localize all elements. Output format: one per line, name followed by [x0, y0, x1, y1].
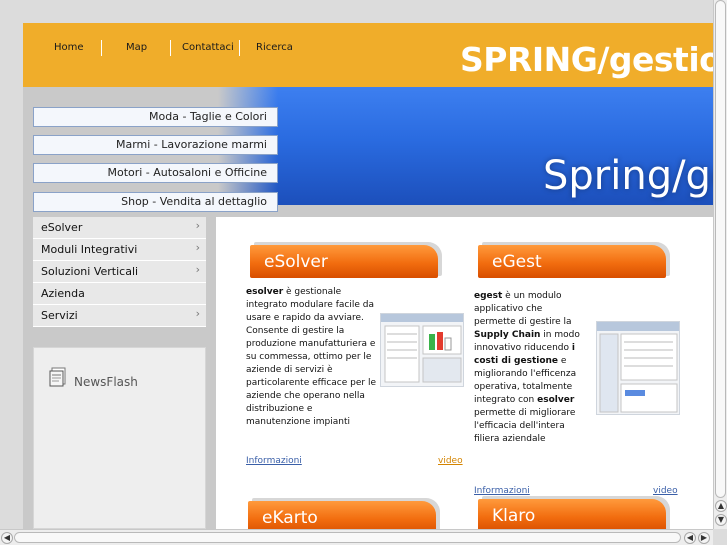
egest-name: egest [474, 291, 503, 301]
scroll-up-button[interactable]: ▲ [715, 500, 727, 512]
quick-link-motori[interactable]: Motori - Autosaloni e Officine [33, 163, 278, 183]
menu-item-servizi[interactable]: Servizi › [33, 305, 206, 327]
site-logo-text: SPRING/gestio [460, 40, 713, 79]
esolver-video-link[interactable]: video [438, 456, 463, 466]
menu-item-label: Servizi [41, 309, 78, 322]
egest-title: eGest [492, 252, 542, 272]
left-menu: eSolver › Moduli Integrativi › Soluzioni… [33, 217, 206, 327]
chevron-right-icon: › [195, 219, 200, 232]
menu-item-soluzioni-verticali[interactable]: Soluzioni Verticali › [33, 261, 206, 283]
chevron-right-icon: › [195, 241, 200, 254]
menu-item-label: eSolver [41, 221, 83, 234]
scroll-left-button-end[interactable]: ◀ [684, 532, 696, 544]
esolver-name: esolver [246, 287, 284, 297]
vertical-scrollbar[interactable]: ▲ ▼ [713, 0, 727, 529]
nav-divider [101, 40, 102, 56]
egest-video-link[interactable]: video [653, 486, 678, 496]
newsflash-panel: NewsFlash [33, 347, 206, 529]
ekarto-header[interactable]: eKarto [248, 498, 440, 529]
software-screenshot-icon [597, 322, 679, 413]
nav-divider [170, 40, 171, 56]
scroll-left-button[interactable]: ◀ [1, 532, 13, 544]
egest-header[interactable]: eGest [478, 242, 670, 280]
software-screenshot-icon [381, 314, 463, 383]
egest-bold-text: esolver [537, 395, 575, 405]
esolver-text: è gestionale integrato modulare facile d… [246, 287, 376, 427]
esolver-screenshot [380, 313, 464, 387]
menu-item-esolver[interactable]: eSolver › [33, 217, 206, 239]
quick-link-marmi[interactable]: Marmi - Lavorazione marmi [33, 135, 278, 155]
site-header: Home Map Contattaci Ricerca SPRING/gesti… [23, 23, 713, 87]
esolver-header[interactable]: eSolver [250, 242, 442, 280]
newspaper-icon [49, 367, 66, 387]
horizontal-scrollbar[interactable]: ◀ ◀ ▶ [0, 529, 713, 545]
chevron-right-icon: › [195, 307, 200, 320]
vertical-scroll-thumb[interactable] [715, 0, 726, 498]
chevron-right-icon: › [195, 263, 200, 276]
page: Home Map Contattaci Ricerca SPRING/gesti… [23, 23, 713, 529]
egest-bold-text: Supply Chain [474, 330, 541, 340]
esolver-info-link[interactable]: Informazioni [246, 456, 302, 466]
browser-viewport: Home Map Contattaci Ricerca SPRING/gesti… [0, 0, 713, 529]
esolver-title: eSolver [264, 252, 328, 272]
menu-item-moduli-integrativi[interactable]: Moduli Integrativi › [33, 239, 206, 261]
scrollbar-corner [713, 529, 727, 545]
klaro-title: Klaro [492, 506, 536, 526]
menu-item-label: Moduli Integrativi [41, 243, 138, 256]
scroll-down-button[interactable]: ▼ [715, 514, 727, 526]
nav-divider [239, 40, 240, 56]
menu-item-label: Soluzioni Verticali [41, 265, 139, 278]
menu-item-label: Azienda [41, 287, 85, 300]
nav-home-link[interactable]: Home [54, 42, 84, 53]
nav-map-link[interactable]: Map [126, 42, 147, 53]
banner-logo-text: Spring/ge [543, 153, 713, 199]
egest-info-link[interactable]: Informazioni [474, 486, 530, 496]
egest-description: egest è un modulo applicativo che permet… [474, 290, 586, 446]
ekarto-title: eKarto [262, 508, 318, 528]
egest-screenshot [596, 321, 680, 415]
klaro-header[interactable]: Klaro [478, 496, 670, 529]
horizontal-scroll-thumb[interactable] [14, 532, 681, 543]
menu-item-azienda[interactable]: Azienda [33, 283, 206, 305]
nav-ricerca-link[interactable]: Ricerca [256, 42, 293, 53]
egest-text: permette di migliorare l'efficacia dell'… [474, 408, 576, 444]
quick-link-moda[interactable]: Moda - Taglie e Colori [33, 107, 278, 127]
scroll-right-button[interactable]: ▶ [698, 532, 710, 544]
newsflash-title: NewsFlash [74, 375, 138, 389]
quick-link-shop[interactable]: Shop - Vendita al dettaglio [33, 192, 278, 212]
esolver-description: esolver è gestionale integrato modulare … [246, 286, 378, 429]
nav-contattaci-link[interactable]: Contattaci [182, 42, 234, 53]
main-content: eSolver esolver è gestionale integrato m… [216, 217, 713, 529]
